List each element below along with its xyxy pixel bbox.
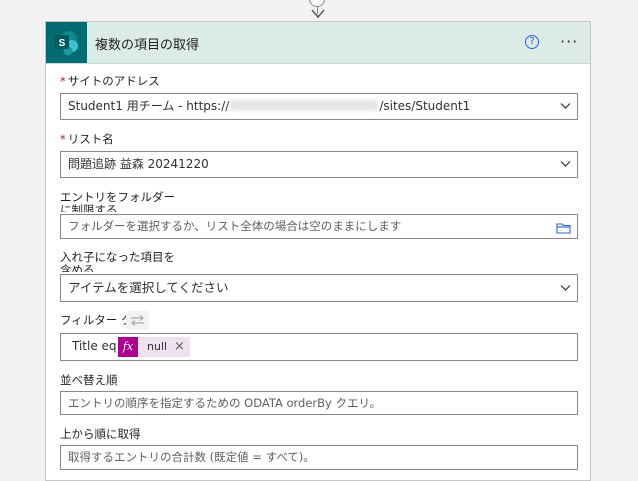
folder-limit-label-line1: エントリをフォルダー xyxy=(60,190,175,204)
swap-arrows-icon xyxy=(131,315,144,326)
required-marker: * xyxy=(60,132,66,146)
top-count-placeholder: 取得するエントリの合計数 (既定値 = すべて)。 xyxy=(68,450,315,464)
folder-limit-label: エントリをフォルダー に制限する xyxy=(60,190,175,213)
get-items-action-card: S 複数の項目の取得 ? ··· * サイトのアドレス Student1 用チーム… xyxy=(45,21,591,481)
include-nested-label-line1: 入れ子になった項目を xyxy=(60,250,175,264)
include-nested-dropdown[interactable]: アイテムを選択してください xyxy=(60,274,578,302)
include-nested-label: 入れ子になった項目を 含める xyxy=(60,250,175,273)
top-count-input[interactable]: 取得するエントリの合計数 (既定値 = すべて)。 xyxy=(60,445,578,470)
chevron-down-icon xyxy=(560,285,571,291)
switch-mode-button[interactable] xyxy=(126,311,149,330)
list-name-label: * リスト名 xyxy=(60,133,114,146)
folder-icon[interactable] xyxy=(556,222,571,234)
more-options-icon[interactable]: ··· xyxy=(560,32,578,51)
required-marker: * xyxy=(60,74,66,88)
folder-limit-label-line2: に制限する xyxy=(60,204,118,212)
arrow-down-icon xyxy=(311,9,325,19)
site-address-value-suffix: /sites/Student1 xyxy=(379,99,471,113)
sharepoint-icon: S xyxy=(46,22,87,63)
chevron-down-icon xyxy=(560,103,571,109)
remove-token-icon[interactable]: × xyxy=(174,337,185,356)
function-icon: fx xyxy=(118,337,138,357)
order-by-input[interactable]: エントリの順序を指定するための ODATA orderBy クエリ。 xyxy=(60,391,578,415)
site-address-value-prefix: Student1 用チーム - https:// xyxy=(68,99,230,113)
list-name-value: 問題追跡 益森 20241220 xyxy=(68,157,209,171)
site-address-label-text: サイトのアドレス xyxy=(67,74,160,88)
action-title: 複数の項目の取得 xyxy=(95,38,200,53)
top-count-label: 上から順に取得 xyxy=(60,427,141,441)
token-label: null xyxy=(147,340,168,353)
redacted-url xyxy=(230,100,379,111)
include-nested-label-line2: 含める xyxy=(60,264,95,272)
svg-text:S: S xyxy=(59,38,66,49)
expression-token[interactable]: fx null × xyxy=(118,337,190,357)
list-name-label-text: リスト名 xyxy=(67,132,114,146)
filter-query-label: フィルター ク xyxy=(60,313,133,327)
site-address-label: * サイトのアドレス xyxy=(60,75,160,88)
folder-input[interactable]: フォルダーを選択するか、リスト全体の場合は空のままにします xyxy=(60,214,578,239)
filter-expression-text: Title eq xyxy=(72,339,117,353)
filter-query-input[interactable]: Title eq fx null × xyxy=(60,333,578,361)
include-nested-placeholder: アイテムを選択してください xyxy=(68,280,229,295)
chevron-down-icon xyxy=(560,161,571,167)
help-icon[interactable]: ? xyxy=(525,35,539,49)
site-address-dropdown[interactable]: Student1 用チーム - https:// /sites/Student1 xyxy=(60,93,578,120)
folder-placeholder: フォルダーを選択するか、リスト全体の場合は空のままにします xyxy=(68,219,402,233)
list-name-dropdown[interactable]: 問題追跡 益森 20241220 xyxy=(60,151,578,178)
action-header[interactable]: S 複数の項目の取得 ? ··· xyxy=(46,22,590,64)
order-by-label: 並べ替え順 xyxy=(60,373,118,387)
add-step-button[interactable] xyxy=(309,0,325,7)
order-by-placeholder: エントリの順序を指定するための ODATA orderBy クエリ。 xyxy=(68,396,382,410)
